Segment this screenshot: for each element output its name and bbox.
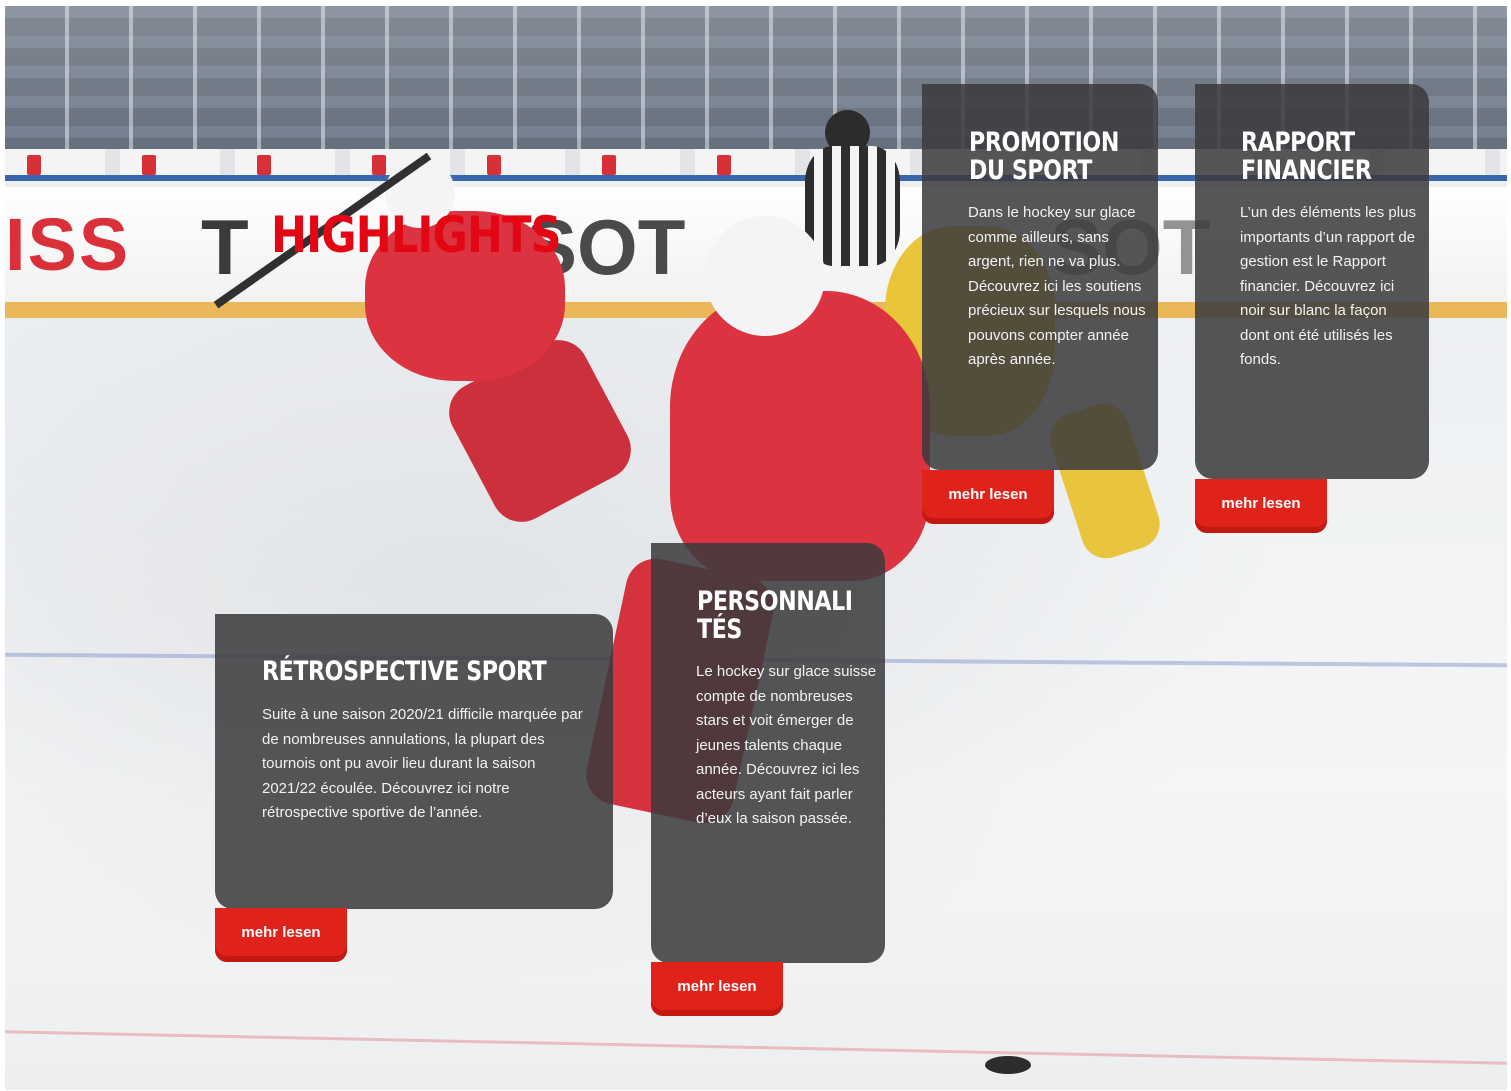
read-more-button-retrospective[interactable]: mehr lesen: [215, 908, 347, 962]
card-text-personnalites: Le hockey sur glace suisse compte de nom…: [696, 663, 877, 827]
read-more-button-promotion[interactable]: mehr lesen: [922, 470, 1054, 524]
card-text-retrospective: Suite à une saison 2020/21 difficile mar…: [262, 706, 583, 821]
read-more-button-rapport[interactable]: mehr lesen: [1195, 479, 1327, 533]
card-text-promotion: Dans le hockey sur glace comme ailleurs,…: [968, 204, 1146, 368]
card-text-rapport: L’un des éléments les plus importants d’…: [1240, 204, 1416, 368]
card-rapport-financier[interactable]: RAPPORT FINANCIER L’un des éléments les …: [1195, 84, 1429, 479]
card-title-retrospective: RÉTROSPECTIVE SPORT: [262, 656, 547, 687]
card-title-rapport: RAPPORT FINANCIER: [1241, 127, 1372, 186]
card-title-promotion: PROMOTION DU SPORT: [969, 127, 1119, 186]
read-more-button-personnalites[interactable]: mehr lesen: [651, 962, 783, 1016]
card-retrospective-sport[interactable]: RÉTROSPECTIVE SPORT Suite à une saison 2…: [215, 614, 613, 909]
card-title-personnalites: PERSONNALI TÉS: [697, 586, 853, 645]
card-personnalites[interactable]: PERSONNALI TÉS Le hockey sur glace suiss…: [651, 543, 885, 963]
page-title: HIGHLIGHTS: [271, 206, 562, 264]
card-promotion-du-sport[interactable]: PROMOTION DU SPORT Dans le hockey sur gl…: [922, 84, 1158, 470]
